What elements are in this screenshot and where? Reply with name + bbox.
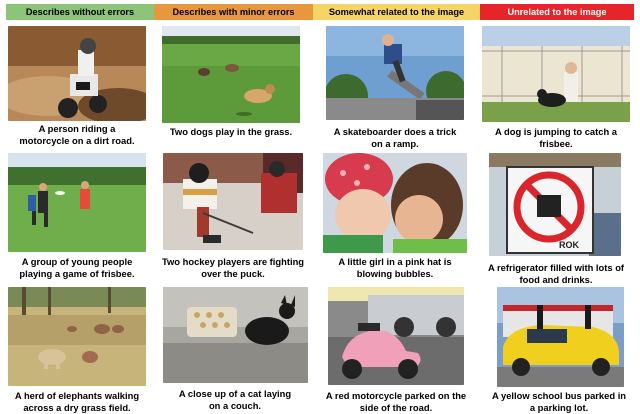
photo-yellow-car <box>497 287 624 387</box>
header-unrelated: Unrelated to the image <box>480 4 634 20</box>
caption-9: A herd of elephants walking across a dry … <box>14 390 140 413</box>
header-minor-errors: Describes with minor errors <box>154 4 313 20</box>
photo-hockey-players <box>163 153 303 250</box>
caption-7: A little girl in a pink hat is blowing bu… <box>338 256 452 279</box>
sign-text: ROK <box>559 240 580 250</box>
photo-frisbee-group <box>8 153 146 252</box>
header-somewhat-related: Somewhat related to the image <box>313 4 480 20</box>
caption-5: A group of young people playing a game of… <box>19 256 135 279</box>
caption-12: A yellow school bus parked in a parking l… <box>491 390 627 413</box>
caption-evaluation-grid: Describes without errors Describes with … <box>0 0 640 414</box>
photo-no-sign: ROK <box>489 153 621 256</box>
photo-motorcycle-dirt <box>8 26 146 121</box>
caption-2: Two dogs play in the grass. <box>169 126 293 137</box>
caption-6: Two hockey players are fighting over the … <box>161 256 305 279</box>
caption-1: A person riding a motorcycle on a dirt ro… <box>19 123 135 146</box>
caption-11: A red motorcycle parked on the side of th… <box>325 390 467 413</box>
caption-3: A skateboarder does a trick on a ramp. <box>333 126 457 149</box>
caption-10: A close up of a cat laying on a couch. <box>178 388 292 411</box>
photo-elephants-field <box>8 287 146 386</box>
caption-4: A dog is jumping to catch a frisbee. <box>494 126 618 149</box>
photo-pink-scooter <box>328 287 464 385</box>
photo-skateboarder <box>326 26 464 120</box>
photo-cat-couch <box>163 287 308 383</box>
caption-8: A refrigerator filled with lots of food a… <box>487 262 625 285</box>
header-no-errors: Describes without errors <box>6 4 154 20</box>
photo-dog-fence <box>482 26 630 122</box>
photo-dogs-grass <box>162 26 300 123</box>
photo-girl-pink-hat <box>323 153 467 253</box>
